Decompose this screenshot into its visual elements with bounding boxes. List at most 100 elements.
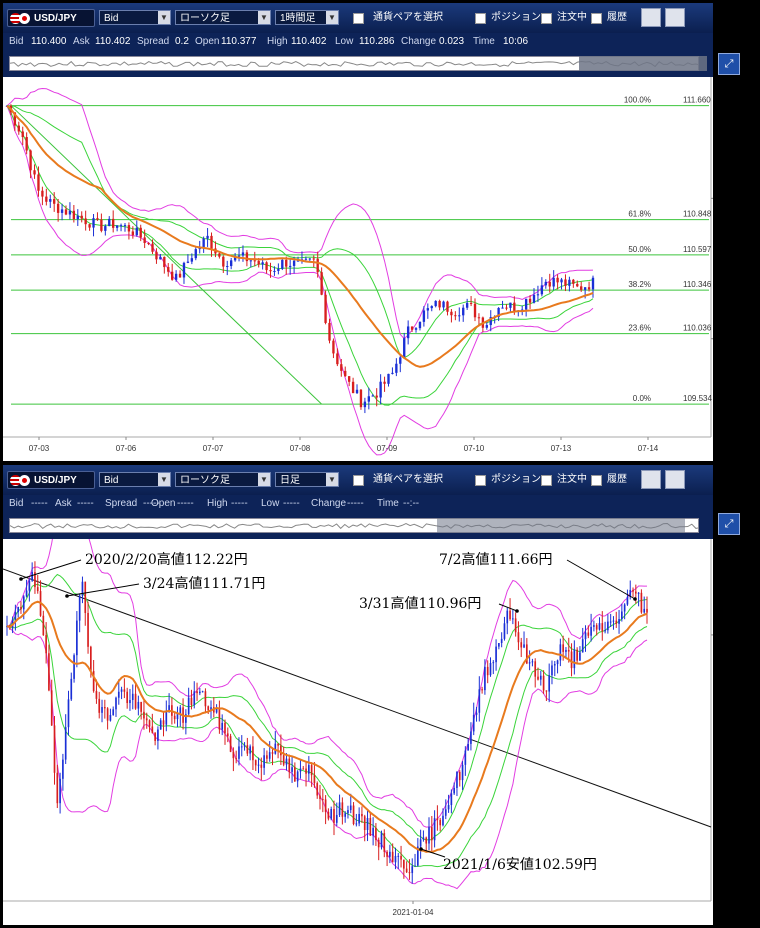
candle-body — [489, 663, 492, 676]
price-info-bar: Bid 110.400 Ask 110.402 Spread 0.2 Open … — [3, 33, 713, 51]
chart-scrollbar[interactable] — [3, 513, 713, 539]
price-type-value: Bid — [104, 13, 119, 24]
chart-toolbar: USD/JPY Bid ▼ ローソク足 ▼ 1時間足 ▼ 通貨ペアを選択 ポジション … — [3, 3, 713, 33]
candle-body — [389, 851, 391, 857]
chart-scrollbar[interactable] — [3, 51, 713, 77]
timeframe-select[interactable]: 日足 ▼ — [275, 472, 339, 487]
candle-body — [151, 243, 154, 252]
history-checkbox[interactable] — [591, 13, 602, 24]
candle-body — [277, 268, 280, 271]
candle-body — [562, 644, 564, 652]
scroll-thumb[interactable] — [437, 518, 685, 533]
price-type-select[interactable]: Bid ▼ — [99, 472, 171, 487]
candle-body — [626, 596, 629, 605]
time-tick-label: 07-03 — [29, 444, 50, 453]
orders-checkbox[interactable] — [541, 475, 552, 486]
candle-body — [218, 707, 221, 730]
expand-icon[interactable]: ⤢ — [718, 513, 740, 535]
currency-pair-badge[interactable]: USD/JPY — [7, 9, 95, 27]
candle-body — [422, 310, 426, 322]
candle-body — [587, 632, 590, 636]
currency-pair-badge[interactable]: USD/JPY — [7, 471, 95, 489]
candle-body — [190, 258, 194, 262]
candle-body — [333, 809, 335, 823]
fibonacci-percent-label: 23.6% — [628, 324, 651, 333]
candle-body — [320, 272, 323, 295]
candle-body — [358, 813, 360, 824]
scroll-thumb[interactable] — [579, 56, 707, 71]
candle-body — [509, 302, 512, 308]
candle-body — [48, 653, 50, 691]
open-label: Open — [151, 498, 176, 509]
candle-body — [115, 697, 117, 710]
time-label: Time — [473, 36, 495, 47]
candle-body — [88, 224, 91, 228]
candle-body — [17, 125, 20, 132]
settings-panel-icon[interactable] — [665, 8, 685, 27]
candle-body — [568, 279, 571, 286]
currency-pair-label: USD/JPY — [34, 475, 77, 486]
position-checkbox[interactable] — [475, 13, 486, 24]
candle-body — [20, 607, 22, 610]
high-value: ----- — [231, 498, 248, 509]
orders-checkbox[interactable] — [541, 13, 552, 24]
candle-body — [593, 625, 595, 627]
candle-body — [70, 678, 73, 700]
candle-body — [580, 286, 583, 290]
fibonacci-percent-label: 0.0% — [633, 394, 651, 403]
orders-label: 注文中 — [557, 12, 587, 23]
timeframe-select[interactable]: 1時間足 ▼ — [275, 10, 339, 25]
price-type-select[interactable]: Bid ▼ — [99, 10, 171, 25]
open-value: ----- — [177, 498, 194, 509]
chevron-down-icon: ▼ — [258, 473, 270, 486]
pair-select-checkbox[interactable] — [353, 475, 364, 486]
candle-body — [80, 215, 83, 219]
candle-body — [615, 620, 618, 624]
candle-body — [119, 225, 123, 227]
candle-body — [584, 632, 587, 640]
position-checkbox[interactable] — [475, 475, 486, 486]
candle-body — [232, 751, 235, 759]
candle-body — [428, 827, 430, 844]
fibonacci-value-label: 110.036 — [683, 324, 712, 333]
candle-body — [103, 707, 106, 709]
candle-body — [383, 381, 386, 384]
chevron-down-icon: ▼ — [326, 473, 338, 486]
chart-type-select[interactable]: ローソク足 ▼ — [175, 10, 271, 25]
candle-body — [400, 855, 402, 860]
candle-body — [646, 608, 648, 613]
candle-body — [351, 381, 355, 394]
candle-body — [308, 258, 312, 260]
candle-body — [328, 322, 331, 341]
candle-body — [101, 707, 103, 713]
candle-body — [379, 381, 382, 398]
candle-body — [576, 283, 579, 287]
annotation-arrowhead — [419, 847, 423, 851]
candle-body — [375, 395, 378, 398]
candle-body — [335, 814, 338, 823]
candle-body — [221, 722, 224, 730]
candle-body — [336, 353, 339, 365]
time-tick-label: 2021-01-04 — [393, 908, 434, 917]
candle-body — [454, 315, 457, 317]
candle-body — [612, 620, 615, 622]
candle-body — [167, 267, 170, 272]
expand-icon[interactable]: ⤢ — [718, 53, 740, 75]
candle-body — [41, 190, 44, 197]
candle-body — [165, 711, 168, 725]
new-window-icon[interactable] — [641, 8, 661, 27]
candle-body — [347, 376, 351, 382]
candle-body — [109, 714, 112, 721]
candle-body — [159, 256, 162, 260]
history-label: 履歴 — [607, 474, 627, 485]
candle-body — [426, 308, 429, 311]
chart-type-select[interactable]: ローソク足 ▼ — [175, 472, 271, 487]
candle-body — [501, 307, 504, 309]
candle-body — [387, 373, 390, 384]
new-window-icon[interactable] — [641, 470, 661, 489]
settings-panel-icon[interactable] — [665, 470, 685, 489]
candle-body — [154, 732, 156, 741]
history-checkbox[interactable] — [591, 475, 602, 486]
pair-select-checkbox[interactable] — [353, 13, 364, 24]
candle-body — [324, 799, 327, 812]
